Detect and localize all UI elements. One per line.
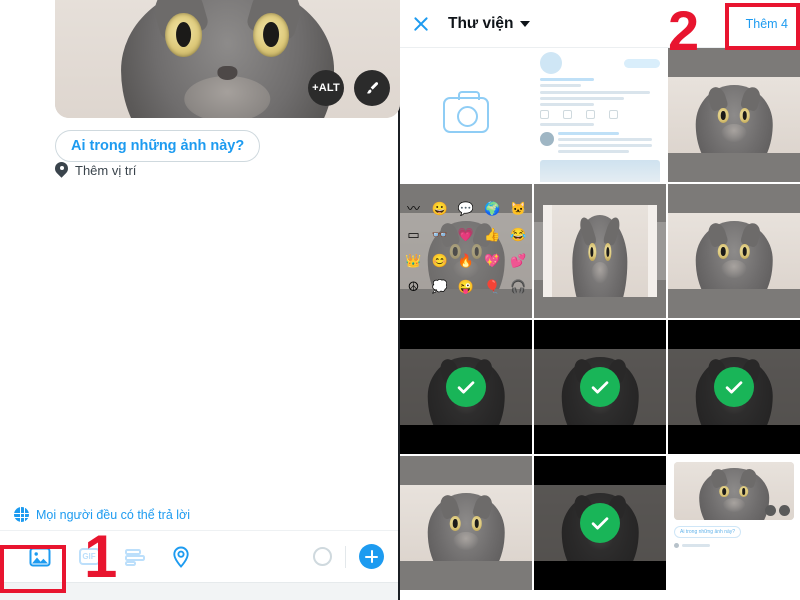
selected-check-icon <box>580 367 620 407</box>
add-photos-button[interactable]: Thêm 4 <box>746 17 788 31</box>
add-location-label: Thêm vị trí <box>75 162 137 178</box>
annotation-number-step-one: 1 <box>84 523 118 590</box>
alt-text-button[interactable]: +ALT <box>308 70 344 106</box>
cat-body-shape <box>120 0 335 118</box>
selected-check-icon <box>580 503 620 543</box>
cat-thumbnail-with-stickers: 〰 😀 💬 🌍 🐱 ▭ 👓 💗 👍 😂 👑 😊 🔥 💖 💕 ☮ 💭 😜 🎈 🎧 <box>400 184 532 318</box>
add-tweet-button[interactable] <box>359 544 384 569</box>
gallery-item-selected[interactable] <box>400 320 532 454</box>
selected-check-icon <box>714 367 754 407</box>
sticker-overlay: 〰 😀 💬 🌍 🐱 ▭ 👓 💗 👍 😂 👑 😊 🔥 💖 💕 ☮ 💭 😜 🎈 🎧 <box>405 201 527 295</box>
photo-actions: +ALT <box>308 70 390 106</box>
cat-eye-left <box>165 12 202 57</box>
gallery-item[interactable] <box>534 184 666 318</box>
gallery-item[interactable]: Ai trong những ảnh này? <box>668 456 800 590</box>
gallery-item[interactable]: 〰 😀 💬 🌍 🐱 ▭ 👓 💗 👍 😂 👑 😊 🔥 💖 💕 ☮ 💭 😜 🎈 🎧 <box>400 184 532 318</box>
gallery-panel: Thư viện Thêm 4 〰 😀 💬 🌍 🐱 ▭ 👓 💗 👍 😂 👑 😊 … <box>400 0 800 600</box>
annotation-number-step-two: 2 <box>668 0 700 62</box>
cat-thumbnail <box>668 184 800 318</box>
cat-eye-right <box>253 12 290 57</box>
gallery-item-selected[interactable] <box>534 456 666 590</box>
gallery-header: Thư viện Thêm 4 <box>400 0 800 48</box>
gallery-grid: 〰😀💬🌍🐱 ▭👓💗👍😂 👑😊🔥💖💕 ☮💭😜🎈🎧 <box>400 48 800 590</box>
globe-icon <box>14 507 29 522</box>
camera-icon <box>443 91 489 133</box>
gallery-item[interactable] <box>400 456 532 590</box>
gallery-item-selected[interactable] <box>534 320 666 454</box>
cat-thumbnail <box>668 48 800 182</box>
brush-icon[interactable] <box>354 70 390 106</box>
toolbar-divider <box>345 545 346 568</box>
gallery-item[interactable] <box>534 48 666 182</box>
selected-check-icon <box>446 367 486 407</box>
location-pin-icon <box>55 162 68 178</box>
reply-scope-label: Mọi người đều có thể trả lời <box>36 507 190 522</box>
gallery-item[interactable] <box>668 48 800 182</box>
compose-panel: +ALT Ai trong những ảnh này? Thêm vị trí… <box>0 0 400 600</box>
attached-photo[interactable]: +ALT <box>55 0 400 118</box>
app-screenshot: +ALT Ai trong những ảnh này? Thêm vị trí… <box>0 0 800 600</box>
cat-thumbnail <box>400 456 532 590</box>
gallery-item[interactable] <box>668 184 800 318</box>
cat-muzzle <box>184 76 271 118</box>
chevron-down-icon[interactable] <box>520 20 531 27</box>
gallery-item-selected[interactable] <box>668 320 800 454</box>
home-indicator-area <box>0 582 398 600</box>
location-button[interactable] <box>158 545 204 569</box>
poll-button[interactable] <box>112 545 158 569</box>
compose-screenshot-thumb: Ai trong những ảnh này? <box>668 456 800 590</box>
add-location-button[interactable]: Thêm vị trí <box>55 162 136 178</box>
reply-scope-button[interactable]: Mọi người đều có thể trả lời <box>0 507 398 530</box>
tag-people-button[interactable]: Ai trong những ảnh này? <box>55 130 261 162</box>
compose-toolbar: GIF <box>0 530 398 582</box>
media-button[interactable] <box>14 545 66 569</box>
progress-circle <box>313 547 332 566</box>
cat-thumbnail-framed <box>534 184 666 318</box>
camera-cell[interactable] <box>400 48 532 182</box>
close-icon[interactable] <box>412 15 430 33</box>
gallery-title: Thư viện <box>448 14 514 32</box>
compose-body: +ALT Ai trong những ảnh này? Thêm vị trí <box>0 0 400 507</box>
feed-screenshot-thumb <box>534 48 666 182</box>
